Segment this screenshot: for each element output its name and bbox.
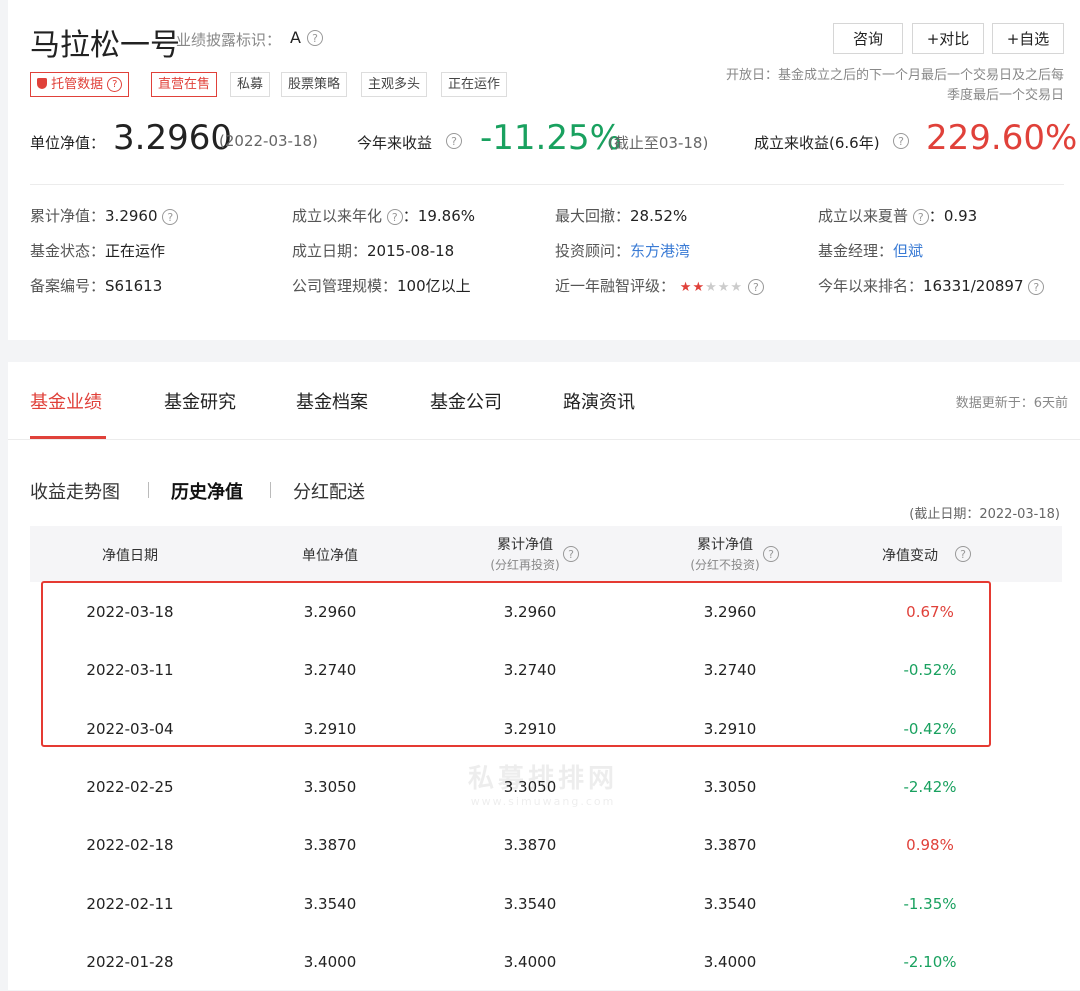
compare-button[interactable]: +对比 [912,23,984,54]
cell-cum-reinvest: 3.3540 [503,894,557,913]
advisor-link[interactable]: 东方港湾 [630,242,690,260]
sharpe-field: 成立以来夏普 ? ：0.93 [818,207,978,225]
subtab-trend[interactable]: 收益走势图 [30,478,120,504]
long-only-tag: 主观多头 [361,72,428,97]
cell-date: 2022-01-28 [86,952,174,971]
help-icon[interactable]: ? [307,30,323,46]
nav-value: 3.2960 [113,118,232,158]
cell-nav: 3.3870 [303,836,357,855]
subtab-dividend[interactable]: 分红配送 [293,478,365,504]
cell-change: -2.42% [903,777,957,796]
rank-field: 今年以来排名：16331/20897 ? [818,275,1045,296]
subtab-history-nav[interactable]: 历史净值 [171,478,243,504]
direct-sale-tag[interactable]: 直营在售 [151,72,218,97]
setup-date-field: 成立日期：2015-08-18 [292,242,455,260]
help-icon[interactable]: ? [893,133,909,149]
table-row: 2022-01-28 3.4000 3.4000 3.4000 -2.10% [30,933,1062,991]
advisor-field: 投资顾问：东方港湾 [555,242,691,260]
cell-change: -2.10% [903,952,957,971]
subtab-separator [148,482,149,498]
help-icon[interactable]: ? [912,208,929,225]
cell-cum-no-reinvest: 3.3050 [703,777,757,796]
cell-date: 2022-02-25 [86,777,174,796]
manager-link[interactable]: 但斌 [893,242,923,260]
table-row: 2022-02-11 3.3540 3.3540 3.3540 -1.35% [30,875,1062,933]
star-empty-icon: ★ [705,280,718,295]
nav-date: (2022-03-18) [219,132,318,150]
cell-cum-no-reinvest: 3.4000 [703,952,757,971]
custody-data-tag[interactable]: 托管数据 ? [30,72,130,97]
since-label: 成立来收益(6.6年) [754,134,880,152]
drawdown-field: 最大回撤：28.52% [555,207,688,225]
cell-cum-reinvest: 3.4000 [503,952,557,971]
help-icon[interactable]: ? [446,133,462,149]
shield-icon [37,78,47,89]
cell-date: 2022-02-18 [86,836,174,855]
disclosure-value: A [290,28,301,47]
cutoff-date: (截止日期：2022-03-18) [909,507,1060,522]
scale-field: 公司管理规模：100亿以上 [292,277,471,295]
star-filled-icon: ★ [679,280,693,295]
tabs-divider [8,439,1080,440]
rating-stars: ★★★★★ [680,280,743,295]
cell-cum-no-reinvest: 3.3540 [703,894,757,913]
divider [30,184,1064,185]
cell-cum-no-reinvest: 3.3870 [703,836,757,855]
table-row: 2022-02-18 3.3870 3.3870 3.3870 0.98% [30,816,1062,874]
help-icon[interactable]: ? [386,208,403,225]
cum-nav-field: 累计净值：3.2960 ? [30,205,179,226]
status-tag: 正在运作 [441,72,508,97]
cell-change: 0.98% [906,836,954,855]
subtab-separator [270,482,271,498]
cell-nav: 3.3050 [303,777,357,796]
since-value: 229.60% [926,118,1078,158]
status-field: 基金状态：正在运作 [30,242,166,260]
watermark: 私募排排网 www.simuwang.com [468,764,619,808]
cell-nav: 3.3540 [303,894,357,913]
help-icon[interactable]: ? [563,546,579,562]
record-field: 备案编号：S61613 [30,277,163,295]
nav-label: 单位净值： [30,134,106,152]
disclosure-label: 业绩披露标识： [176,31,282,49]
consult-button[interactable]: 咨询 [833,23,903,54]
private-tag: 私募 [230,72,271,97]
help-icon[interactable]: ? [1028,278,1045,295]
tab-company[interactable]: 基金公司 [430,388,502,414]
help-icon[interactable]: ? [162,208,179,225]
cell-date: 2022-02-11 [86,894,174,913]
ytd-label: 今年来收益 [357,134,433,152]
fund-title: 马拉松一号 [30,28,180,63]
header-change: 净值变动 [882,548,938,564]
stock-strategy-tag: 股票策略 [281,72,348,97]
rating-field: 近一年融智评级： ★★★★★ ? [555,275,764,296]
cell-cum-reinvest: 3.3870 [503,836,557,855]
open-day-text: 开放日：基金成立之后的下一个月最后一个交易日及之后每 季度最后一个交易日 [725,68,1064,103]
star-empty-icon: ★ [717,280,731,295]
manager-field: 基金经理：但斌 [818,242,924,260]
highlight-box [41,581,991,747]
help-icon[interactable]: ? [763,546,779,562]
update-time: 数据更新于：6天前 [955,396,1068,411]
watchlist-button[interactable]: +自选 [992,23,1064,54]
annualized-field: 成立以来年化 ? ：19.86% [292,207,476,225]
header-nav: 单位净值 [302,548,358,564]
help-icon[interactable]: ? [107,77,123,92]
cell-change: -1.35% [903,894,957,913]
star-empty-icon: ★ [730,280,744,295]
tab-research[interactable]: 基金研究 [164,388,236,414]
help-icon[interactable]: ? [955,546,971,562]
help-icon[interactable]: ? [747,278,764,295]
ytd-value: -11.25% [480,118,622,158]
tab-performance[interactable]: 基金业绩 [30,388,102,414]
tab-profile[interactable]: 基金档案 [296,388,368,414]
custody-tag-label: 托管数据 [51,77,104,92]
star-filled-icon: ★ [692,280,706,295]
tab-roadshow[interactable]: 路演资讯 [563,388,635,414]
cell-nav: 3.4000 [303,952,357,971]
header-date: 净值日期 [102,548,158,564]
ytd-note: (截止至03-18) [608,134,709,152]
